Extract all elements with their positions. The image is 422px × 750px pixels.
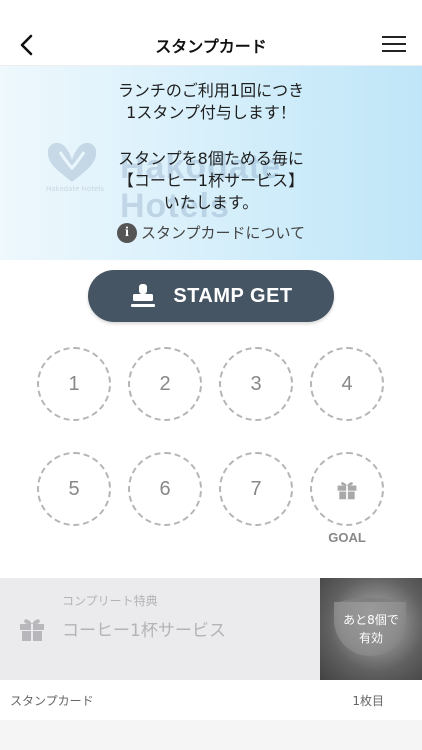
about-stamp-card-link[interactable]: i スタンプカードについて: [0, 222, 422, 243]
stamp-slots-grid: 1 2 3 4 5 6 7 GOAL: [0, 345, 422, 555]
stamp-slot-7: 7: [219, 452, 293, 526]
gift-icon: [337, 482, 357, 500]
menu-line-icon: [382, 43, 406, 45]
stamp-slot-4: 4: [310, 347, 384, 421]
chevron-left-icon: [20, 34, 33, 56]
hero-text-line: 1スタンプ付与します！: [126, 103, 296, 122]
hero-text-line: いたします。: [163, 193, 259, 212]
hero-text-line: ランチのご利用1回につき: [117, 81, 305, 100]
reward-overlay-line: 有効: [358, 631, 383, 645]
back-button[interactable]: [12, 30, 42, 60]
footer-page-indicator: 1枚目: [352, 693, 384, 708]
card-footer: スタンプカード 1枚目: [0, 680, 422, 720]
stamp-slot-2: 2: [128, 347, 202, 421]
status-bar-area: [0, 0, 422, 24]
stamp-slot-3: 3: [219, 347, 293, 421]
goal-slot: [310, 452, 384, 526]
hero-banner: Hakodate Hotels Hakodate Hotels ランチのご利用1…: [0, 66, 422, 260]
hamburger-menu-button[interactable]: [382, 32, 408, 58]
complete-reward-item: コーヒー1杯サービス: [62, 621, 226, 641]
stamp-get-label: STAMP GET: [173, 284, 293, 307]
stamp-slot-1: 1: [37, 347, 111, 421]
goal-label: GOAL: [328, 530, 366, 545]
footer-card-label: スタンプカード: [10, 693, 94, 708]
menu-line-icon: [382, 50, 406, 52]
info-icon: i: [116, 222, 137, 243]
complete-reward-label: コンプリート特典: [62, 594, 158, 608]
gift-icon: [20, 619, 44, 641]
hero-text-line: 【コーヒー1杯サービス】: [117, 171, 305, 190]
hero-text-line: スタンプを8個ためる毎に: [118, 149, 304, 168]
stamp-slot-5: 5: [37, 452, 111, 526]
reward-overlay-line: あと8個で: [343, 613, 399, 627]
navigation-bar: スタンプカード: [0, 24, 422, 66]
page-title: スタンプカード: [155, 36, 267, 56]
stamp-get-button[interactable]: STAMP GET: [88, 270, 334, 322]
menu-line-icon: [382, 36, 406, 38]
stamp-slot-6: 6: [128, 452, 202, 526]
coffee-reward-image: あと8個で 有効: [320, 578, 422, 680]
bottom-strip: [0, 720, 422, 750]
stamp-icon: [131, 284, 156, 307]
reward-overlay: あと8個で 有効: [320, 578, 422, 680]
complete-reward-bar: コンプリート特典 コーヒー1杯サービス あと8個で 有効: [0, 578, 422, 680]
about-link-label: スタンプカードについて: [140, 224, 306, 242]
